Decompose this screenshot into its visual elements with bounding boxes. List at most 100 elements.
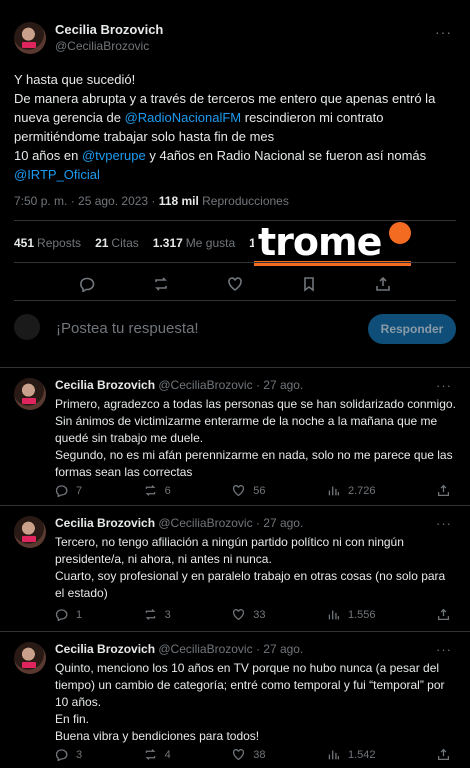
reply-line: formas sean las correctas bbox=[55, 465, 193, 479]
repost-count: 3 bbox=[164, 608, 171, 621]
reply-line: En fin. bbox=[55, 712, 90, 726]
author-handle[interactable]: @CeciliaBrozovic bbox=[158, 516, 252, 530]
reply-line: presidente/a, ni ahora, ni antes ni nunc… bbox=[55, 552, 272, 566]
reply-line: Primero, agradezco a todas las personas … bbox=[55, 397, 456, 411]
stat-count: 451 bbox=[14, 236, 35, 250]
like-count: 56 bbox=[253, 484, 266, 497]
watermark-text: trome bbox=[258, 220, 382, 264]
text-segment: nueva gerencia de bbox=[14, 110, 125, 125]
repost-icon bbox=[144, 608, 157, 621]
author-handle[interactable]: @CeciliaBrozovic bbox=[158, 378, 252, 392]
text-segment: rescindieron mi contrato bbox=[241, 110, 384, 125]
repost-action[interactable]: 6 bbox=[144, 484, 171, 497]
post-stats: 451Reposts 21Citas 1.317Me gusta 13 bbox=[14, 236, 266, 250]
reply-text: Primero, agradezco a todas las personas … bbox=[55, 396, 460, 481]
more-icon[interactable]: ··· bbox=[436, 516, 452, 531]
avatar[interactable] bbox=[14, 642, 46, 674]
avatar[interactable] bbox=[14, 22, 46, 54]
repost-action[interactable]: 3 bbox=[144, 608, 171, 621]
reply-input[interactable]: ¡Postea tu respuesta! bbox=[56, 320, 199, 337]
like-action[interactable]: 38 bbox=[232, 748, 265, 761]
views-label: Reproducciones bbox=[198, 194, 289, 208]
reply-composer: ¡Postea tu respuesta! Responder bbox=[14, 314, 456, 344]
mention-link[interactable]: @RadioNacionalFM bbox=[125, 110, 242, 125]
like-icon[interactable] bbox=[227, 276, 243, 292]
reply-actions: 7 6 56 2.726 bbox=[55, 484, 450, 498]
views-action[interactable]: 1.542 bbox=[327, 748, 376, 761]
reply-text: Tercero, no tengo afiliación a ningún pa… bbox=[55, 534, 460, 602]
reply-date[interactable]: · 27 ago. bbox=[256, 378, 303, 392]
stat-label: Citas bbox=[111, 236, 139, 250]
like-action[interactable]: 56 bbox=[232, 484, 265, 497]
share-action[interactable] bbox=[437, 484, 450, 497]
avatar[interactable] bbox=[14, 516, 46, 548]
reply-post[interactable]: Cecilia Brozovich @CeciliaBrozovic · 27 … bbox=[0, 506, 470, 632]
repost-count: 4 bbox=[164, 748, 171, 761]
bookmark-icon[interactable] bbox=[301, 276, 317, 292]
share-action[interactable] bbox=[437, 748, 450, 761]
post-meta: 7:50 p. m. · 25 ago. 2023 · 118 mil Repr… bbox=[14, 194, 289, 208]
reply-header: Cecilia Brozovich @CeciliaBrozovic · 27 … bbox=[55, 516, 303, 530]
avatar[interactable] bbox=[14, 378, 46, 410]
repost-icon bbox=[144, 748, 157, 761]
reposts-stat[interactable]: 451 Reposts bbox=[14, 236, 81, 250]
more-icon[interactable]: ··· bbox=[436, 642, 452, 657]
reply-line: Buena vibra y bendiciones para todos! bbox=[55, 729, 260, 743]
reply-icon bbox=[55, 608, 68, 622]
author-name[interactable]: Cecilia Brozovich bbox=[55, 378, 155, 392]
divider bbox=[14, 262, 456, 263]
reply-header: Cecilia Brozovich @CeciliaBrozovic · 27 … bbox=[55, 642, 303, 656]
repost-count: 6 bbox=[164, 484, 171, 497]
reply-actions: 3 4 38 1.542 bbox=[55, 748, 450, 762]
reply-action[interactable]: 7 bbox=[55, 484, 82, 498]
reply-post[interactable]: Cecilia Brozovich @CeciliaBrozovic · 27 … bbox=[0, 368, 470, 506]
share-icon[interactable] bbox=[375, 276, 391, 292]
repost-icon bbox=[144, 484, 157, 497]
quotes-stat[interactable]: 21 Citas bbox=[95, 236, 139, 250]
mention-link[interactable]: @IRTP_Oficial bbox=[14, 167, 100, 182]
reply-button[interactable]: Responder bbox=[368, 314, 456, 344]
like-action[interactable]: 33 bbox=[232, 608, 265, 621]
post-line: De manera abrupta y a través de terceros… bbox=[14, 91, 436, 106]
mention-link[interactable]: @tvperupe bbox=[82, 148, 146, 163]
author-handle[interactable]: @CeciliaBrozovic bbox=[158, 642, 252, 656]
more-icon[interactable]: ··· bbox=[435, 24, 452, 40]
author-name[interactable]: Cecilia Brozovich bbox=[55, 642, 155, 656]
reply-action[interactable]: 3 bbox=[55, 748, 82, 762]
post-line: Y hasta que sucedió! bbox=[14, 72, 136, 87]
reply-line: quedé sin trabajo me duele. bbox=[55, 431, 204, 445]
divider bbox=[14, 300, 456, 301]
reply-action[interactable]: 1 bbox=[55, 608, 83, 622]
reply-line: Cuarto, soy profesional y en paralelo tr… bbox=[55, 569, 446, 583]
post-time[interactable]: 7:50 p. m. · 25 ago. 2023 · bbox=[14, 194, 159, 208]
views-action[interactable]: 1.556 bbox=[327, 608, 376, 621]
like-icon bbox=[232, 748, 245, 761]
more-icon[interactable]: ··· bbox=[436, 378, 452, 393]
reply-line: Sin ánimos de victimizarme enterarme de … bbox=[55, 414, 438, 428]
reply-date[interactable]: · 27 ago. bbox=[256, 642, 303, 656]
reply-icon[interactable] bbox=[79, 276, 95, 293]
author-name[interactable]: Cecilia Brozovich bbox=[55, 516, 155, 530]
stat-label: Me gusta bbox=[185, 236, 236, 250]
likes-stat[interactable]: 1.317 Me gusta bbox=[153, 236, 235, 250]
views-icon bbox=[327, 608, 340, 621]
like-icon bbox=[232, 608, 245, 621]
reply-line: Tercero, no tengo afiliación a ningún pa… bbox=[55, 535, 404, 549]
author-name[interactable]: Cecilia Brozovich bbox=[55, 22, 163, 37]
views-count: 1.556 bbox=[347, 608, 376, 621]
reply-text: Quinto, menciono los 10 años en TV porqu… bbox=[55, 660, 460, 745]
views-count: 1.542 bbox=[347, 748, 376, 761]
like-count: 33 bbox=[253, 608, 266, 621]
post-line: @IRTP_Oficial bbox=[14, 165, 459, 184]
repost-icon[interactable] bbox=[153, 276, 169, 292]
repost-action[interactable]: 4 bbox=[144, 748, 171, 761]
views-icon bbox=[327, 748, 340, 761]
share-icon bbox=[437, 484, 450, 497]
stat-count: 1.317 bbox=[152, 236, 183, 250]
reply-date[interactable]: · 27 ago. bbox=[256, 516, 303, 530]
reply-post[interactable]: Cecilia Brozovich @CeciliaBrozovic · 27 … bbox=[0, 632, 470, 768]
reply-count: 1 bbox=[76, 608, 83, 621]
views-action[interactable]: 2.726 bbox=[327, 484, 375, 497]
share-action[interactable] bbox=[437, 608, 450, 621]
author-handle[interactable]: @CeciliaBrozovic bbox=[55, 39, 149, 53]
